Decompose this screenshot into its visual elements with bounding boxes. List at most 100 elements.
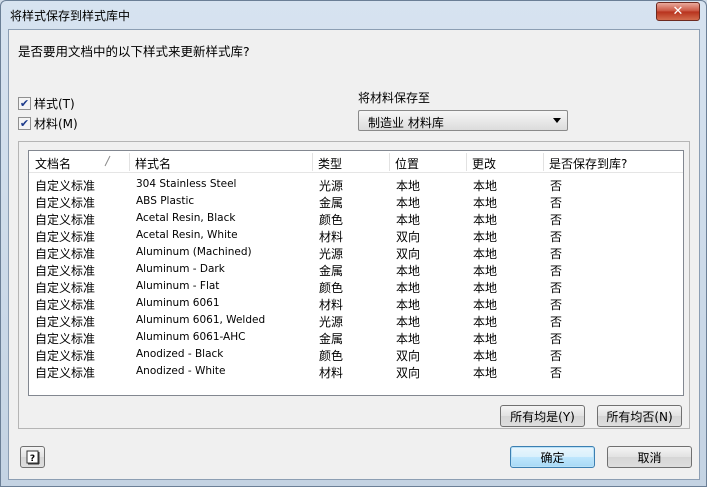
cell-changes: 本地 <box>473 298 498 312</box>
cell-changes: 本地 <box>473 196 498 210</box>
cell-style-name: 304 Stainless Steel <box>136 178 237 190</box>
cell-document: 自定义标准 <box>35 281 96 295</box>
cell-changes: 本地 <box>473 247 498 261</box>
column-header-save-to-library[interactable]: 是否保存到库? <box>549 155 627 171</box>
help-glyph: ? <box>29 454 34 464</box>
cell-type: 材料 <box>319 230 344 244</box>
help-icon: ? <box>26 450 39 464</box>
cell-save-to-library[interactable]: 否 <box>550 347 562 364</box>
close-button[interactable]: ✕ <box>656 2 700 21</box>
column-divider[interactable] <box>466 153 467 171</box>
cell-changes: 本地 <box>473 213 498 227</box>
cell-style-name: Aluminum 6061-AHC <box>136 331 246 343</box>
cell-location: 本地 <box>396 213 421 227</box>
dialog-window: 将样式保存到样式库中 ✕ 是否要用文档中的以下样式来更新样式库? ✔ 样式(T)… <box>0 0 707 487</box>
sort-indicator-icon <box>104 155 111 167</box>
styles-group-box: 文档名 样式名 类型 位置 更改 是否保存到库? 自定义标准 304 Stain… <box>18 141 690 429</box>
no-to-all-label: 所有均否(N) <box>606 409 673 424</box>
cell-save-to-library[interactable]: 否 <box>550 313 562 330</box>
cell-style-name: Acetal Resin, Black <box>136 212 236 224</box>
column-divider[interactable] <box>312 153 313 171</box>
column-header-style-name[interactable]: 样式名 <box>135 155 171 171</box>
column-header-changes[interactable]: 更改 <box>472 155 496 171</box>
table-row[interactable]: 自定义标准 Aluminum 6061, Welded 光源 本地 本地 否 <box>29 312 683 329</box>
styles-checkbox[interactable]: ✔ <box>18 97 31 110</box>
dialog-body: 是否要用文档中的以下样式来更新样式库? ✔ 样式(T) ✔ 材料(M) 将材料保… <box>8 29 700 480</box>
table-row[interactable]: 自定义标准 Aluminum - Dark 金属 本地 本地 否 <box>29 261 683 278</box>
column-divider[interactable] <box>129 153 130 171</box>
cell-save-to-library[interactable]: 否 <box>550 228 562 245</box>
table-row[interactable]: 自定义标准 Aluminum 6061 材料 本地 本地 否 <box>29 295 683 312</box>
cell-type: 光源 <box>319 179 344 193</box>
cell-type: 材料 <box>319 298 344 312</box>
prompt-question: 是否要用文档中的以下样式来更新样式库? <box>18 44 250 59</box>
column-header-document[interactable]: 文档名 <box>35 155 71 171</box>
cell-location: 双向 <box>396 230 421 244</box>
table-row[interactable]: 自定义标准 ABS Plastic 金属 本地 本地 否 <box>29 193 683 210</box>
table-row[interactable]: 自定义标准 Aluminum (Machined) 光源 双向 本地 否 <box>29 244 683 261</box>
cell-location: 本地 <box>396 315 421 329</box>
styles-checkbox-label: 样式(T) <box>34 97 75 111</box>
column-header-type[interactable]: 类型 <box>318 155 342 171</box>
table-row[interactable]: 自定义标准 Acetal Resin, Black 颜色 本地 本地 否 <box>29 210 683 227</box>
cell-save-to-library[interactable]: 否 <box>550 279 562 296</box>
styles-list[interactable]: 文档名 样式名 类型 位置 更改 是否保存到库? 自定义标准 304 Stain… <box>28 150 684 396</box>
cell-location: 本地 <box>396 332 421 346</box>
cell-document: 自定义标准 <box>35 332 96 346</box>
material-library-dropdown[interactable]: 制造业 材料库 <box>358 110 568 131</box>
column-header-location[interactable]: 位置 <box>395 155 419 171</box>
cell-location: 本地 <box>396 264 421 278</box>
cell-style-name: Anodized - White <box>136 365 226 377</box>
cell-save-to-library[interactable]: 否 <box>550 296 562 313</box>
cell-type: 光源 <box>319 247 344 261</box>
yes-to-all-button[interactable]: 所有均是(Y) <box>500 405 585 427</box>
column-divider[interactable] <box>543 153 544 171</box>
styles-checkbox-row[interactable]: ✔ 样式(T) <box>18 95 75 112</box>
cancel-label: 取消 <box>637 450 662 465</box>
cell-location: 双向 <box>396 247 421 261</box>
cell-type: 材料 <box>319 366 344 380</box>
cell-save-to-library[interactable]: 否 <box>550 364 562 381</box>
cell-save-to-library[interactable]: 否 <box>550 330 562 347</box>
cell-changes: 本地 <box>473 230 498 244</box>
cell-save-to-library[interactable]: 否 <box>550 194 562 211</box>
cell-type: 光源 <box>319 315 344 329</box>
cell-changes: 本地 <box>473 264 498 278</box>
materials-checkbox-row[interactable]: ✔ 材料(M) <box>18 115 78 132</box>
dropdown-selected-value: 制造业 材料库 <box>368 116 444 130</box>
no-to-all-button[interactable]: 所有均否(N) <box>597 405 682 427</box>
cell-location: 双向 <box>396 349 421 363</box>
cell-changes: 本地 <box>473 349 498 363</box>
table-row[interactable]: 自定义标准 Aluminum - Flat 颜色 本地 本地 否 <box>29 278 683 295</box>
cell-type: 金属 <box>319 196 344 210</box>
table-row[interactable]: 自定义标准 304 Stainless Steel 光源 本地 本地 否 <box>29 176 683 193</box>
cancel-button[interactable]: 取消 <box>607 446 692 468</box>
table-row[interactable]: 自定义标准 Anodized - White 材料 双向 本地 否 <box>29 363 683 380</box>
cell-save-to-library[interactable]: 否 <box>550 245 562 262</box>
cell-location: 本地 <box>396 281 421 295</box>
yes-to-all-label: 所有均是(Y) <box>510 409 575 424</box>
cell-type: 金属 <box>319 264 344 278</box>
cell-document: 自定义标准 <box>35 315 96 329</box>
title-bar: 将样式保存到样式库中 ✕ <box>1 1 706 27</box>
cell-type: 金属 <box>319 332 344 346</box>
ok-button[interactable]: 确定 <box>510 446 595 468</box>
close-icon: ✕ <box>672 4 684 19</box>
help-button[interactable]: ? <box>20 446 45 468</box>
cell-save-to-library[interactable]: 否 <box>550 262 562 279</box>
cell-style-name: Aluminum - Dark <box>136 263 225 275</box>
table-row[interactable]: 自定义标准 Aluminum 6061-AHC 金属 本地 本地 否 <box>29 329 683 346</box>
materials-checkbox[interactable]: ✔ <box>18 117 31 130</box>
cell-save-to-library[interactable]: 否 <box>550 177 562 194</box>
table-row[interactable]: 自定义标准 Anodized - Black 颜色 双向 本地 否 <box>29 346 683 363</box>
column-divider[interactable] <box>389 153 390 171</box>
cell-style-name: Acetal Resin, White <box>136 229 238 241</box>
cell-changes: 本地 <box>473 281 498 295</box>
table-row[interactable]: 自定义标准 Acetal Resin, White 材料 双向 本地 否 <box>29 227 683 244</box>
cell-document: 自定义标准 <box>35 247 96 261</box>
save-materials-to-label: 将材料保存至 <box>358 91 431 105</box>
cell-style-name: Aluminum (Machined) <box>136 246 252 258</box>
cell-save-to-library[interactable]: 否 <box>550 211 562 228</box>
cell-style-name: Aluminum 6061 <box>136 297 220 309</box>
cell-location: 本地 <box>396 298 421 312</box>
